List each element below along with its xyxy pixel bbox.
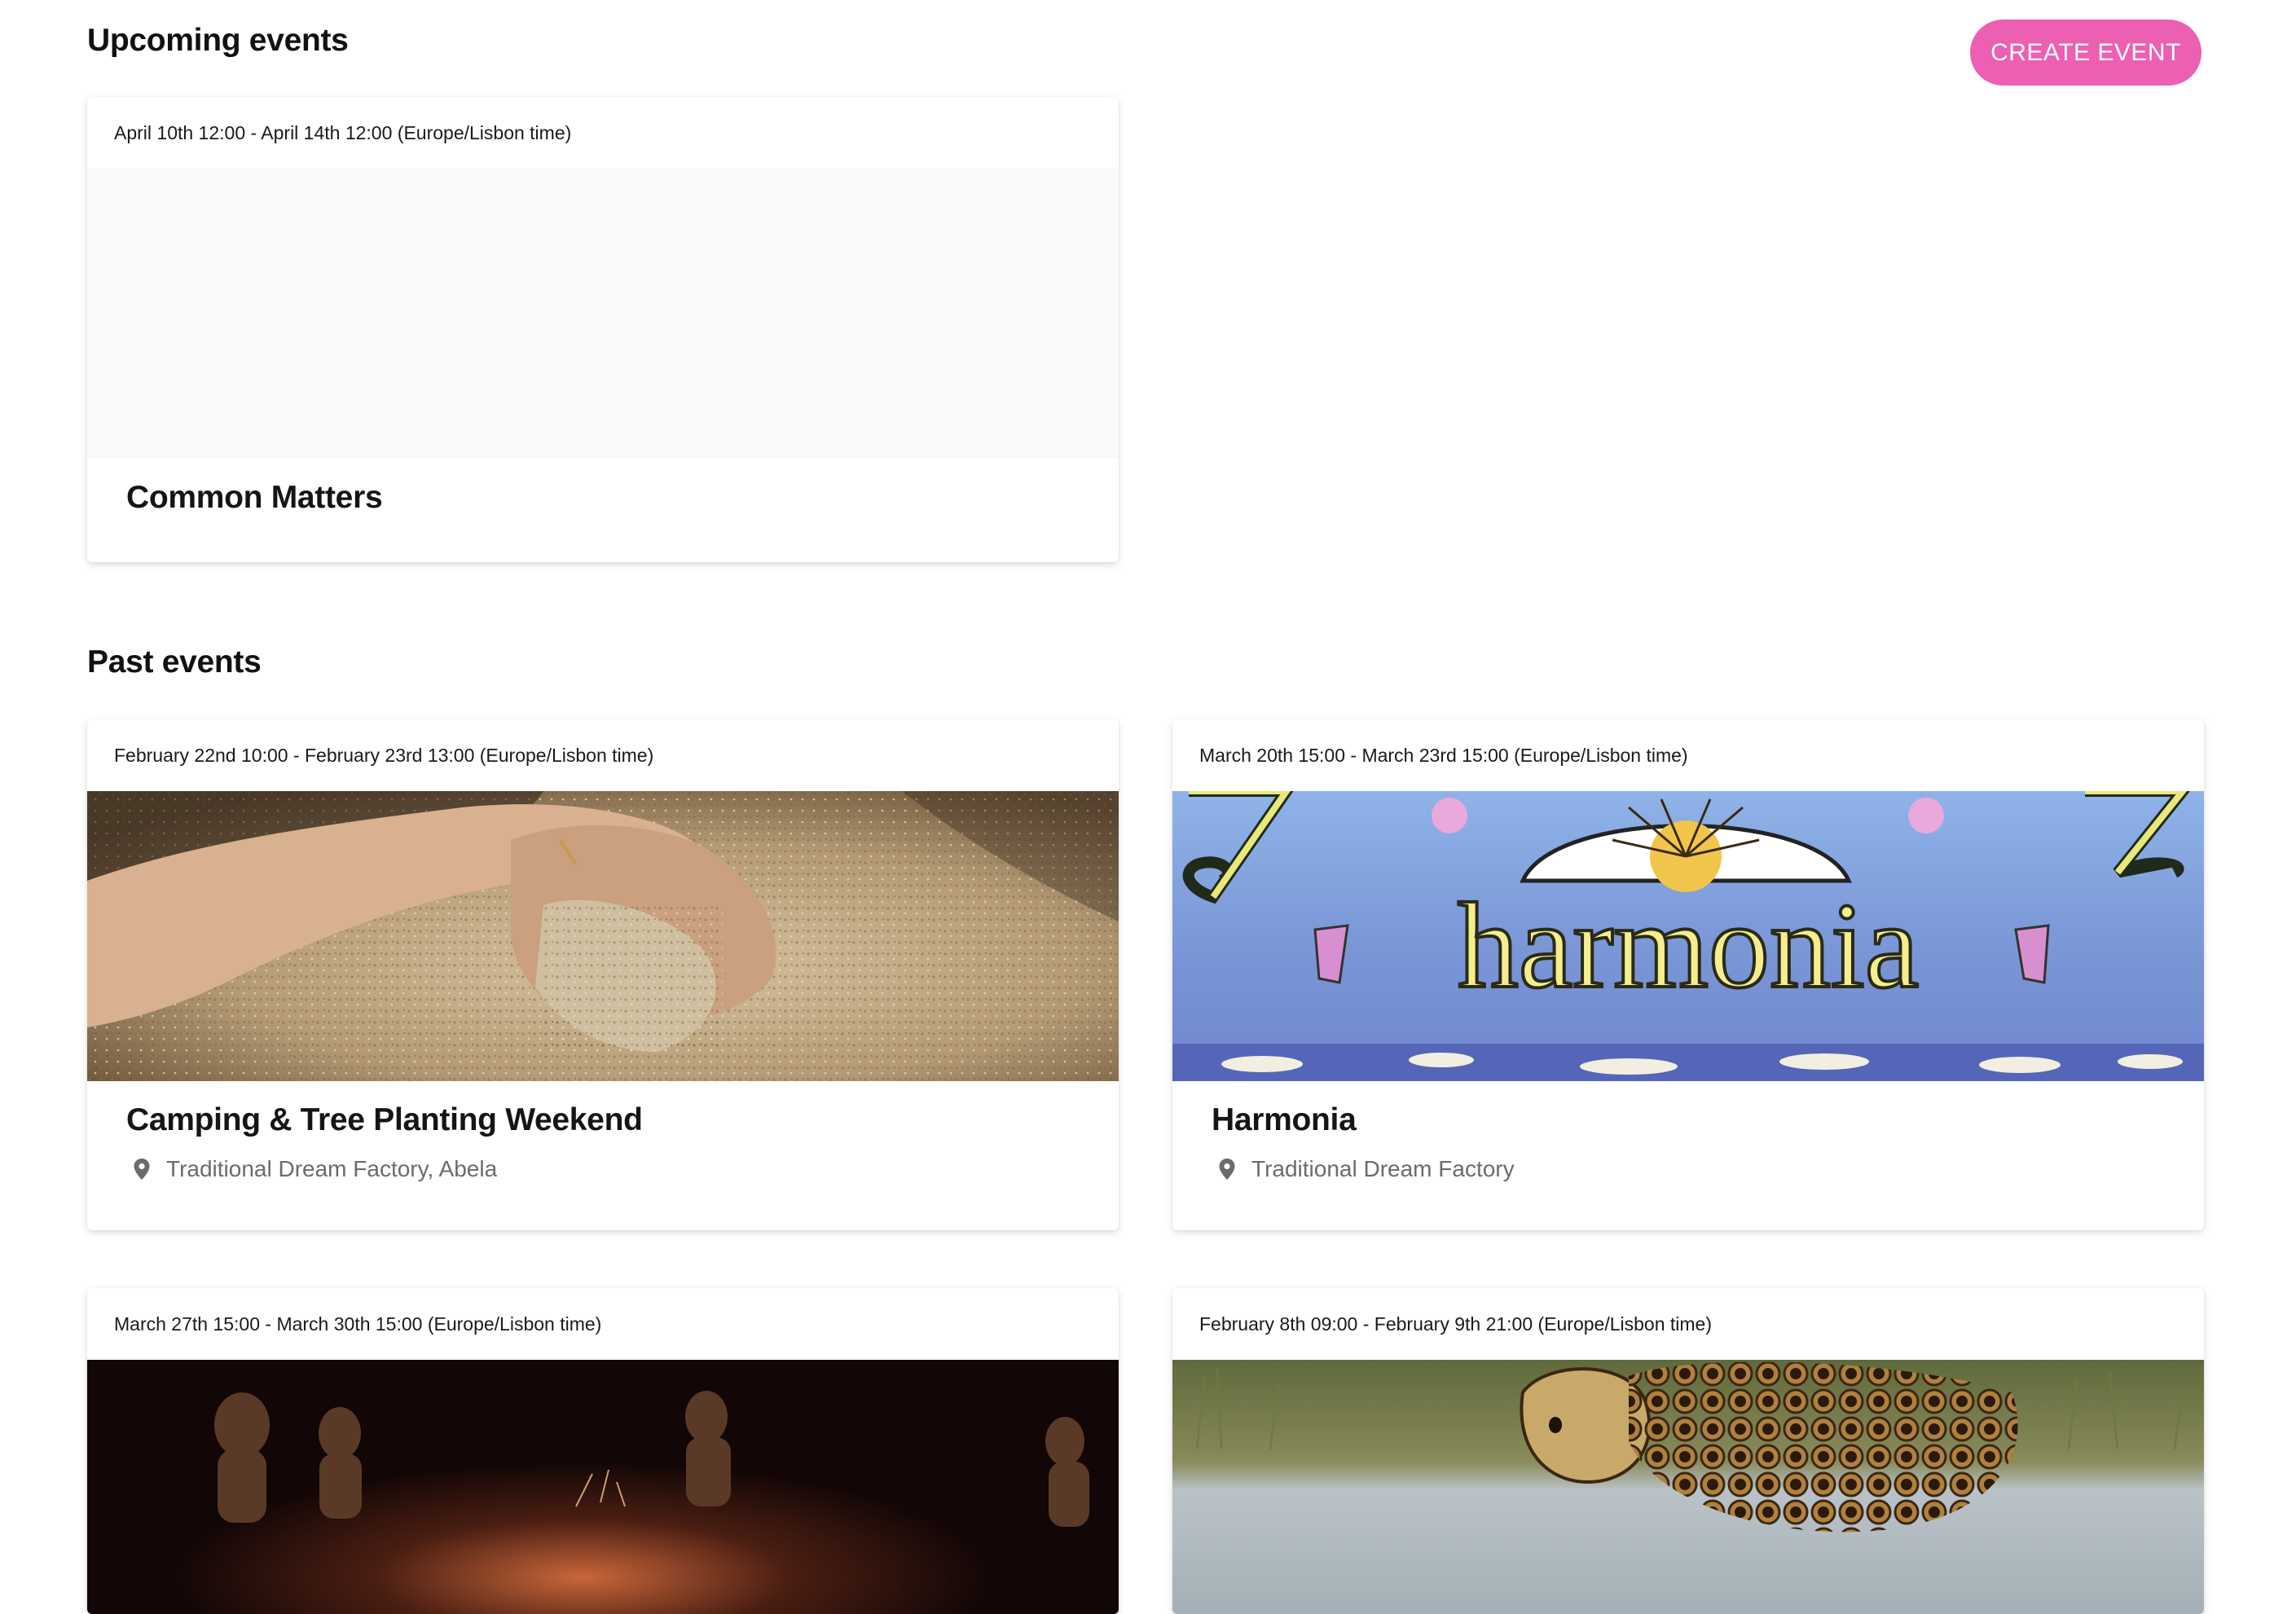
event-date: April 10th 12:00 - April 14th 12:00 (Eur… [114, 122, 572, 143]
sheep-sculpture-image [1172, 1360, 2204, 1614]
event-location-text: Traditional Dream Factory, Abela [166, 1156, 498, 1181]
event-title: Camping & Tree Planting Weekend [126, 1102, 643, 1137]
event-card-camping[interactable]: February 22nd 10:00 - February 23rd 13:0… [87, 719, 1119, 1230]
past-events-heading: Past events [87, 644, 262, 679]
location-pin-icon [134, 1159, 150, 1180]
event-date: February 8th 09:00 - February 9th 21:00 … [1199, 1313, 1713, 1335]
event-card-campfire[interactable]: March 27th 15:00 - March 30th 15:00 (Eur… [87, 1288, 1119, 1614]
event-card-common-matters[interactable]: April 10th 12:00 - April 14th 12:00 (Eur… [87, 97, 1119, 562]
upcoming-events-heading: Upcoming events [87, 23, 349, 58]
event-location: Traditional Dream Factory [1172, 1138, 2204, 1182]
event-title: Common Matters [126, 480, 383, 515]
event-card-harmonia[interactable]: March 20th 15:00 - March 23rd 15:00 (Eur… [1172, 719, 2204, 1230]
campfire-image [87, 1360, 1119, 1614]
event-image-placeholder [87, 169, 1119, 459]
event-date: February 22nd 10:00 - February 23rd 13:0… [114, 745, 654, 766]
event-location: Traditional Dream Factory, Abela [87, 1138, 1119, 1182]
event-title: Harmonia [1212, 1102, 1357, 1137]
event-location-text: Traditional Dream Factory [1251, 1156, 1515, 1181]
create-event-button[interactable]: CREATE EVENT [1970, 20, 2201, 86]
event-date: March 20th 15:00 - March 23rd 15:00 (Eur… [1199, 745, 1688, 766]
event-card-sheep[interactable]: February 8th 09:00 - February 9th 21:00 … [1172, 1288, 2204, 1614]
location-pin-icon [1219, 1159, 1235, 1180]
harmonia-poster-image: harmonia [1172, 791, 2204, 1081]
event-date: March 27th 15:00 - March 30th 15:00 (Eur… [114, 1313, 602, 1335]
hands-sand-image [87, 791, 1119, 1081]
harmonia-poster-text: harmonia [1458, 878, 1919, 1014]
